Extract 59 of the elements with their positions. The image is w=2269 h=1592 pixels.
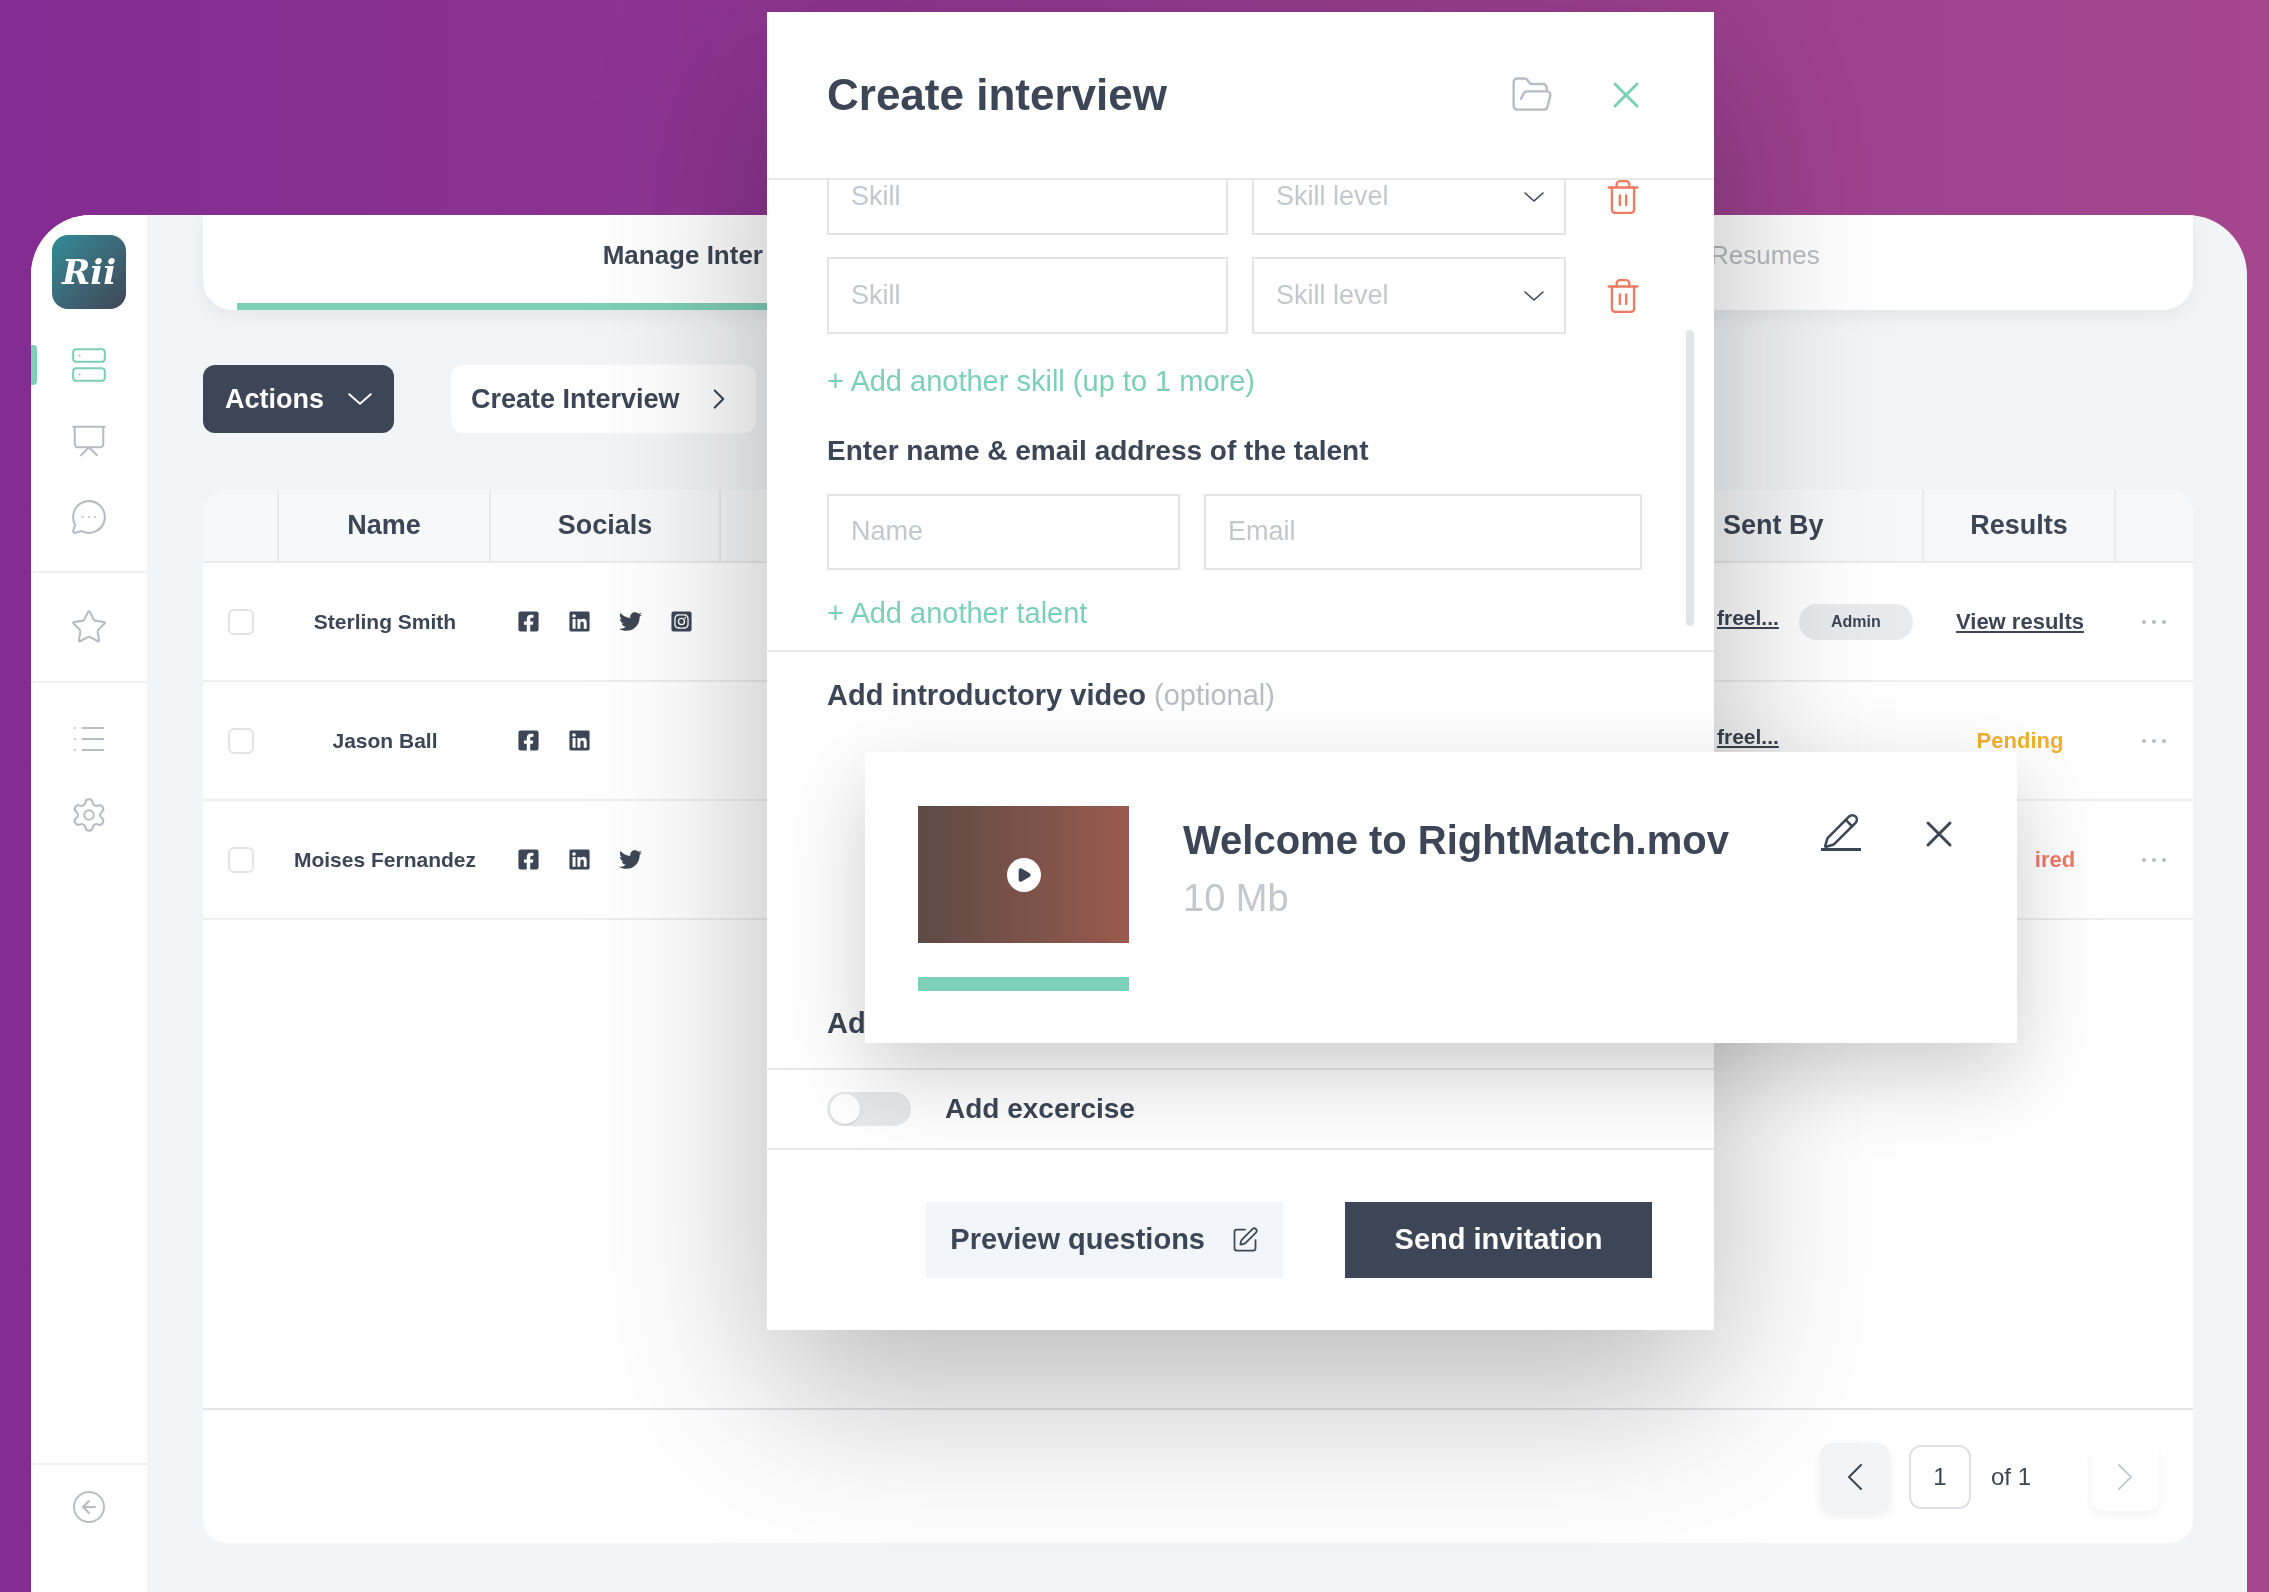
sender-link[interactable]: freel... (1717, 726, 1779, 747)
toggle-label: Add excercise (945, 1091, 1135, 1126)
column-header: Name (279, 490, 491, 561)
twitter-icon[interactable] (619, 610, 642, 633)
more-options-icon[interactable] (2142, 619, 2166, 624)
video-thumbnail-placeholder[interactable] (918, 806, 1129, 943)
status-text: ired (2034, 846, 2076, 874)
play-icon[interactable] (1006, 857, 1041, 892)
facebook-icon[interactable] (517, 848, 540, 871)
logout-icon[interactable] (71, 1489, 107, 1525)
video-size: 10 Mb (1183, 876, 1290, 921)
linkedin-icon[interactable] (568, 729, 591, 752)
sender-link[interactable]: freel... (1717, 607, 1779, 628)
more-options-icon[interactable] (2142, 857, 2166, 862)
caret-icon (348, 393, 372, 405)
linkedin-icon[interactable] (568, 610, 591, 633)
section-heading: Add introductory video (optional) (827, 678, 1276, 713)
caret-icon (1524, 191, 1544, 202)
actions-button[interactable]: Actions (203, 365, 394, 433)
previous-page-button[interactable] (1820, 1442, 1889, 1511)
caret-icon (1524, 290, 1544, 301)
name-cell-text: Sterling Smith (312, 608, 458, 635)
exercise-toggle[interactable] (827, 1091, 911, 1126)
name-input[interactable]: Name (827, 493, 1180, 570)
section-heading: Ad (827, 1006, 866, 1041)
row-checkbox[interactable] (228, 608, 254, 635)
twitter-icon[interactable] (619, 848, 642, 871)
send-invitation-button[interactable]: Send invitation (1345, 1201, 1652, 1278)
view-results-link[interactable]: View results (1956, 605, 2084, 638)
cabinet-icon[interactable] (70, 346, 108, 384)
page-total: of 1 (1990, 1461, 2031, 1492)
skill-input[interactable]: Skill (827, 180, 1228, 235)
linkedin-icon[interactable] (568, 848, 591, 871)
role-badge: Admin (1798, 603, 1913, 640)
more-options-icon[interactable] (2142, 738, 2166, 743)
dialog-title: Create interview (827, 69, 1167, 121)
facebook-icon[interactable] (517, 610, 540, 633)
preview-questions-button[interactable]: Preview questions (926, 1201, 1283, 1278)
video-filename: Welcome to RightMatch.mov (1183, 817, 1729, 864)
scrollbar[interactable] (1686, 330, 1694, 626)
status-text: Pending (1976, 727, 2064, 755)
chevron-right-icon (2118, 1463, 2132, 1490)
app-logo: Rii (52, 235, 126, 309)
name-cell-text: Moises Fernandez (292, 846, 478, 873)
name-cell-text: Jason Ball (331, 727, 439, 754)
chat-bubble-icon[interactable] (70, 498, 108, 536)
facebook-icon[interactable] (517, 729, 540, 752)
email-input[interactable]: Email (1204, 493, 1642, 570)
create-interview-button[interactable]: Create Interview (451, 365, 756, 433)
section-heading: Enter name & email address of the talent (827, 433, 1370, 468)
page-number-field[interactable]: 1 (1908, 1444, 1971, 1509)
edit-icon (1231, 1225, 1259, 1254)
row-checkbox[interactable] (228, 846, 254, 873)
row-checkbox[interactable] (228, 727, 254, 754)
instagram-icon[interactable] (670, 610, 693, 633)
skill-input[interactable]: Skill (827, 257, 1228, 334)
chevron-left-icon (1847, 1463, 1862, 1490)
column-header: Results (1924, 490, 2116, 561)
column-header: Socials (491, 490, 721, 561)
